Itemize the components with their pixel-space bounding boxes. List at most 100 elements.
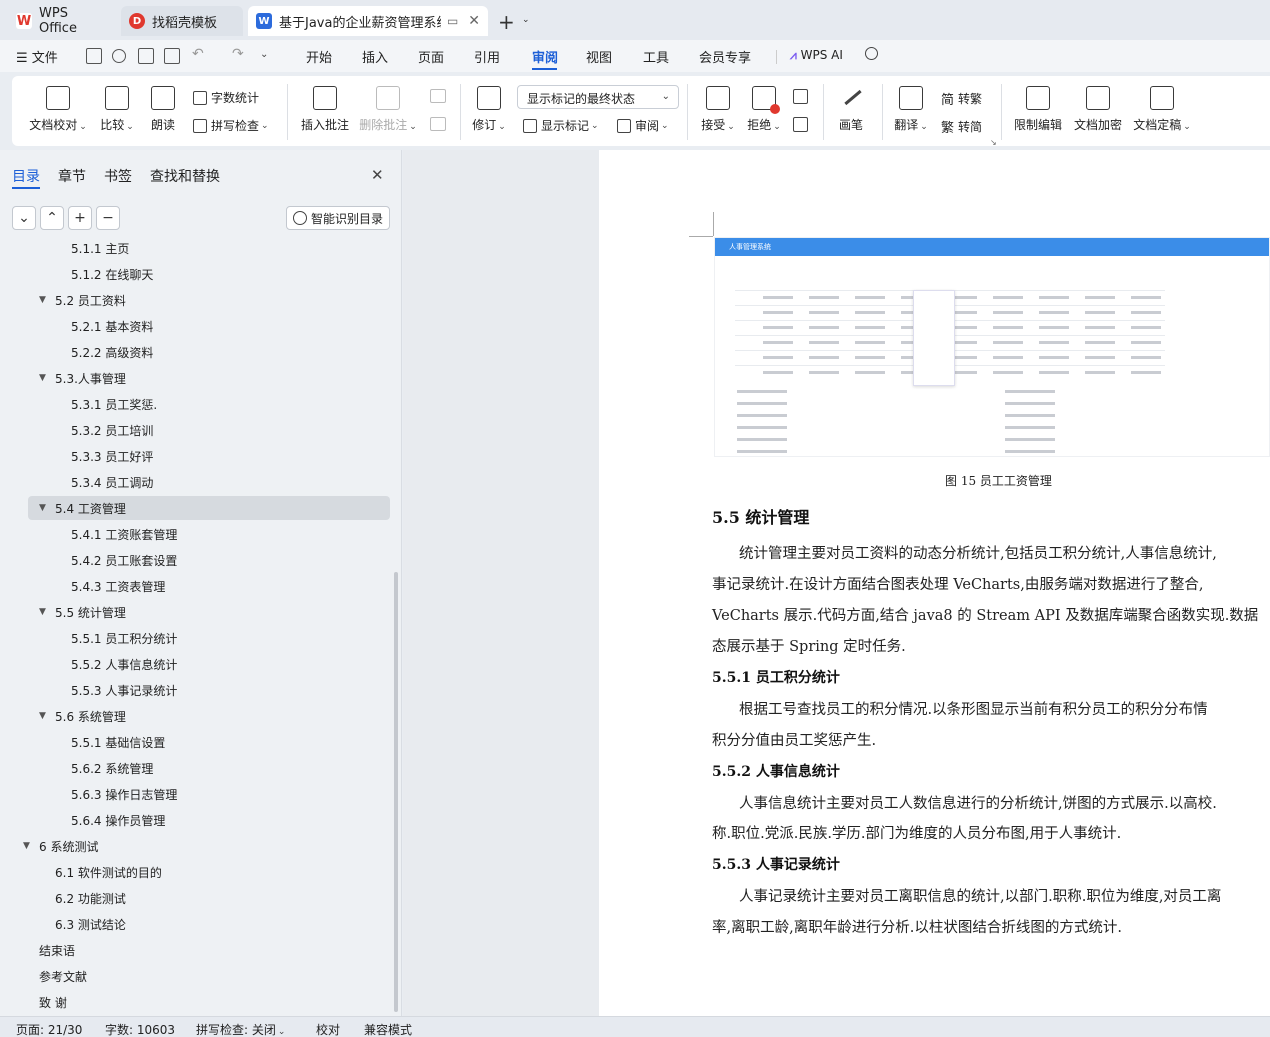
pen-button[interactable]: 画笔: [834, 76, 868, 133]
undo-icon[interactable]: ↶: [192, 46, 204, 62]
read-aloud-button[interactable]: 朗读: [146, 76, 180, 133]
toc-item[interactable]: 结束语: [39, 938, 75, 962]
dialog-launcher-icon[interactable]: ↘: [990, 138, 997, 147]
close-panel-icon[interactable]: ✕: [371, 166, 384, 184]
doc-proof-button[interactable]: 文档校对 ⌄: [28, 76, 88, 133]
toc-item[interactable]: 5.4.1 工资账套管理: [71, 522, 177, 546]
previous-change-icon[interactable]: [793, 89, 808, 104]
expand-triangle-icon[interactable]: ▼: [39, 711, 55, 721]
toc-item[interactable]: 5.3.4 员工调动: [71, 470, 153, 494]
print-preview-icon[interactable]: [164, 48, 180, 64]
search-icon[interactable]: [865, 47, 878, 60]
toc-item[interactable]: 5.3.2 员工培训: [71, 418, 153, 442]
menu-member[interactable]: 会员专享: [699, 47, 751, 66]
nav-tab-chapters[interactable]: 章节: [58, 166, 86, 186]
expand-triangle-icon[interactable]: ▼: [39, 295, 55, 305]
menu-references[interactable]: 引用: [474, 47, 500, 66]
share-icon[interactable]: [112, 49, 126, 63]
nav-tab-bookmarks[interactable]: 书签: [104, 166, 132, 186]
save-icon[interactable]: [86, 48, 102, 64]
more-chevron-icon[interactable]: ⌄: [260, 49, 268, 60]
translate-button[interactable]: 翻译 ⌄: [892, 76, 930, 133]
toc-item[interactable]: ▼ 5.2 员工资料: [39, 288, 126, 312]
smart-toc-button[interactable]: 智能识别目录: [286, 206, 390, 230]
toc-scrollbar[interactable]: [394, 572, 398, 1012]
delete-comment-button[interactable]: 删除批注 ⌄: [359, 76, 417, 133]
toc-item[interactable]: 5.5.1 基础信设置: [71, 730, 165, 754]
nav-tab-find-replace[interactable]: 查找和替换: [150, 166, 220, 186]
proofread-status[interactable]: 校对: [316, 1021, 340, 1037]
menu-page[interactable]: 页面: [418, 47, 444, 66]
finalize-button[interactable]: 文档定稿 ⌄: [1132, 76, 1192, 133]
new-tab-icon[interactable]: +: [498, 10, 515, 34]
tab-docer-templates[interactable]: D 找稻壳模板: [121, 6, 243, 36]
reject-button[interactable]: 拒绝 ⌄: [745, 76, 783, 133]
to-traditional-button[interactable]: 简转繁: [941, 89, 982, 108]
insert-comment-button[interactable]: 插入批注: [300, 76, 350, 133]
document-page[interactable]: 人事管理系统 图 15 员工工资管理 5.5 统计管理 统计管理主要对员工资料的…: [599, 150, 1270, 1016]
next-change-icon[interactable]: [793, 117, 808, 132]
toc-item[interactable]: ▼ 6 系统测试: [23, 834, 98, 858]
toc-item[interactable]: 5.2.2 高级资料: [71, 340, 153, 364]
toc-item[interactable]: 5.2.1 基本资料: [71, 314, 153, 338]
menu-view[interactable]: 视图: [586, 47, 612, 66]
menu-start[interactable]: 开始: [306, 47, 332, 66]
redo-icon[interactable]: ↷: [232, 46, 244, 62]
toc-item[interactable]: 5.5.2 人事信息统计: [71, 652, 177, 676]
collapse-all-button[interactable]: ⌃: [40, 206, 64, 230]
page-indicator[interactable]: 页面: 21/30: [16, 1021, 82, 1037]
print-icon[interactable]: [138, 48, 154, 64]
track-changes-button[interactable]: 修订 ⌄: [470, 76, 508, 133]
expand-all-button[interactable]: ⌄: [12, 206, 36, 230]
wps-ai-button[interactable]: ⩘ WPS AI: [790, 48, 843, 63]
expand-triangle-icon[interactable]: ▼: [23, 841, 39, 851]
toc-item[interactable]: ▼ 5.4 工资管理: [39, 496, 126, 520]
toc-item[interactable]: 5.5.3 人事记录统计: [71, 678, 177, 702]
expand-triangle-icon[interactable]: ▼: [39, 503, 55, 513]
file-menu[interactable]: ☰ 文件: [16, 47, 58, 66]
restrict-edit-button[interactable]: 限制编辑: [1012, 76, 1064, 133]
toc-item[interactable]: ▼ 5.3.人事管理: [39, 366, 126, 390]
toc-item[interactable]: 致 谢: [39, 990, 67, 1014]
spell-check-status[interactable]: 拼写检查: 关闭 ⌄: [196, 1021, 285, 1037]
expand-triangle-icon[interactable]: ▼: [39, 607, 55, 617]
toc-item[interactable]: 6.2 功能测试: [55, 886, 126, 910]
compare-button[interactable]: 比较 ⌄: [97, 76, 137, 133]
word-count-status[interactable]: 字数: 10603: [105, 1021, 175, 1037]
next-comment-icon[interactable]: [430, 117, 446, 131]
toc-item[interactable]: 6.1 软件测试的目的: [55, 860, 162, 884]
menu-tools[interactable]: 工具: [643, 47, 669, 66]
previous-comment-icon[interactable]: [430, 89, 446, 103]
show-markup-button[interactable]: 显示标记 ⌄: [523, 117, 599, 134]
chevron-down-icon[interactable]: ⌄: [522, 15, 530, 25]
expand-triangle-icon[interactable]: ▼: [39, 373, 55, 383]
toc-item[interactable]: 5.4.2 员工账套设置: [71, 548, 177, 572]
toc-item[interactable]: 5.3.1 员工奖惩.: [71, 392, 157, 416]
nav-tab-toc[interactable]: 目录: [12, 166, 40, 186]
toc-item[interactable]: 5.5.1 员工积分统计: [71, 626, 177, 650]
tab-document[interactable]: W 基于Java的企业薪资管理系统 ▭ ✕: [248, 6, 488, 36]
close-tab-icon[interactable]: ✕: [468, 13, 480, 29]
menu-review[interactable]: 审阅: [532, 47, 558, 66]
toc-item[interactable]: 参考文献: [39, 964, 87, 988]
toc-item[interactable]: 5.6.4 操作员管理: [71, 808, 165, 832]
toc-item[interactable]: 5.1.1 主页: [71, 238, 129, 260]
review-pane-button[interactable]: 审阅 ⌄: [617, 117, 669, 134]
markup-state-select[interactable]: 显示标记的最终状态 ⌄: [517, 85, 679, 109]
toc-item[interactable]: 5.1.2 在线聊天: [71, 262, 153, 286]
tab-wps-office[interactable]: W WPS Office: [8, 6, 116, 36]
toc-item[interactable]: 5.6.2 系统管理: [71, 756, 153, 780]
spell-check-button[interactable]: 拼写检查 ⌄: [193, 117, 269, 134]
encrypt-button[interactable]: 文档加密: [1072, 76, 1124, 133]
accept-button[interactable]: 接受 ⌄: [699, 76, 737, 133]
to-simplified-button[interactable]: 繁转简: [941, 117, 982, 136]
toc-item[interactable]: 5.6.3 操作日志管理: [71, 782, 177, 806]
word-count-button[interactable]: 字数统计: [193, 89, 259, 106]
demote-level-button[interactable]: −: [96, 206, 120, 230]
toc-item[interactable]: 5.3.3 员工好评: [71, 444, 153, 468]
toc-item[interactable]: 6.3 测试结论: [55, 912, 126, 936]
promote-level-button[interactable]: +: [68, 206, 92, 230]
screen-icon[interactable]: ▭: [447, 14, 458, 28]
toc-item[interactable]: 5.4.3 工资表管理: [71, 574, 165, 598]
toc-item[interactable]: ▼ 5.6 系统管理: [39, 704, 126, 728]
